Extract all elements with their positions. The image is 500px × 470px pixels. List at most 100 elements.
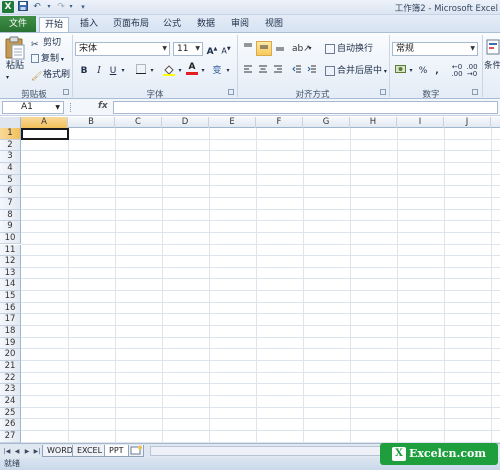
- undo-icon[interactable]: ↶: [31, 1, 43, 13]
- sheet-tab-ppt[interactable]: PPT: [104, 445, 129, 457]
- row-header-12[interactable]: 12: [0, 256, 21, 268]
- row-header-18[interactable]: 18: [0, 326, 21, 338]
- alignment-launcher-icon[interactable]: [380, 89, 386, 95]
- active-cell-a1[interactable]: [21, 128, 69, 140]
- font-name-combo[interactable]: 宋体 ▼: [75, 42, 170, 56]
- orientation-dropdown-icon[interactable]: ▾: [306, 42, 314, 56]
- last-sheet-icon[interactable]: ▶|: [33, 447, 41, 456]
- row-header-23[interactable]: 23: [0, 384, 21, 396]
- row-header-7[interactable]: 7: [0, 197, 21, 210]
- tab-review[interactable]: 审阅: [226, 17, 254, 32]
- save-icon[interactable]: [17, 1, 29, 13]
- percent-button[interactable]: %: [417, 64, 429, 78]
- paste-dropdown-icon[interactable]: ▾: [6, 71, 9, 85]
- font-color-dropdown-icon[interactable]: ▾: [199, 64, 207, 78]
- shrink-font-button[interactable]: A▼: [220, 42, 232, 56]
- row-header-26[interactable]: 26: [0, 419, 21, 431]
- tab-view[interactable]: 视图: [260, 17, 288, 32]
- column-header-j[interactable]: J: [444, 117, 491, 128]
- sheet-tab-excel[interactable]: EXCEL: [72, 445, 108, 457]
- comma-style-button[interactable]: ,: [432, 64, 442, 78]
- tab-data[interactable]: 数据: [192, 17, 220, 32]
- row-header-9[interactable]: 9: [0, 221, 21, 233]
- accounting-dropdown-icon[interactable]: ▾: [407, 64, 415, 78]
- row-header-20[interactable]: 20: [0, 349, 21, 361]
- fill-color-dropdown-icon[interactable]: ▾: [176, 64, 184, 78]
- formula-bar-grip[interactable]: [70, 103, 72, 112]
- clipboard-launcher-icon[interactable]: [63, 89, 69, 95]
- redo-icon[interactable]: ↷: [55, 1, 67, 13]
- insert-function-icon[interactable]: fx: [98, 101, 108, 111]
- font-color-button[interactable]: A: [186, 62, 198, 75]
- column-header-e[interactable]: E: [209, 117, 256, 128]
- excel-app-icon[interactable]: X: [2, 1, 14, 13]
- number-launcher-icon[interactable]: [472, 89, 478, 95]
- number-format-combo[interactable]: 常规 ▼: [392, 42, 478, 56]
- formula-input[interactable]: [113, 101, 498, 114]
- cut-button[interactable]: ✂ 剪切: [31, 36, 61, 50]
- column-header-i[interactable]: I: [397, 117, 444, 128]
- underline-dropdown-icon[interactable]: ▾: [119, 64, 127, 78]
- row-header-4[interactable]: 4: [0, 162, 21, 175]
- row-header-27[interactable]: 27: [0, 430, 21, 443]
- font-size-combo[interactable]: 11 ▼: [173, 42, 203, 56]
- decrease-indent-button[interactable]: [290, 64, 304, 78]
- merge-center-button[interactable]: 合并后居中 ▾: [325, 64, 387, 78]
- row-header-14[interactable]: 14: [0, 279, 21, 292]
- column-header-g[interactable]: G: [303, 117, 350, 128]
- tab-home[interactable]: 开始: [39, 17, 69, 32]
- copy-button[interactable]: 复制 ▾: [31, 52, 64, 66]
- customize-qat-icon[interactable]: ▾: [77, 1, 89, 13]
- accounting-format-button[interactable]: [393, 64, 407, 78]
- row-header-5[interactable]: 5: [0, 174, 21, 187]
- column-header-c[interactable]: C: [115, 117, 162, 128]
- row-header-6[interactable]: 6: [0, 186, 21, 198]
- row-header-21[interactable]: 21: [0, 361, 21, 373]
- align-middle-button[interactable]: [256, 41, 272, 56]
- next-sheet-icon[interactable]: ▶: [23, 447, 31, 456]
- phonetic-button[interactable]: 变: [210, 64, 224, 78]
- increase-decimal-button[interactable]: ←0.00: [450, 64, 464, 78]
- row-header-22[interactable]: 22: [0, 372, 21, 385]
- row-header-8[interactable]: 8: [0, 209, 21, 222]
- conditional-formatting-label[interactable]: 条件: [484, 59, 500, 73]
- wrap-text-button[interactable]: 自动换行: [325, 42, 373, 56]
- column-header-a[interactable]: A: [21, 117, 68, 128]
- align-top-button[interactable]: [241, 42, 255, 56]
- align-right-button[interactable]: [271, 64, 285, 78]
- increase-indent-button[interactable]: [305, 64, 319, 78]
- row-header-19[interactable]: 19: [0, 337, 21, 350]
- italic-button[interactable]: I: [93, 64, 105, 78]
- row-header-16[interactable]: 16: [0, 302, 21, 315]
- orientation-button[interactable]: ab↗: [292, 42, 311, 56]
- phonetic-dropdown-icon[interactable]: ▾: [224, 64, 232, 78]
- row-header-2[interactable]: 2: [0, 139, 21, 152]
- row-header-17[interactable]: 17: [0, 314, 21, 327]
- conditional-formatting-icon[interactable]: [486, 39, 500, 57]
- bold-button[interactable]: B: [78, 64, 90, 78]
- row-header-25[interactable]: 25: [0, 407, 21, 420]
- prev-sheet-icon[interactable]: ◀: [13, 447, 21, 456]
- align-left-button[interactable]: [241, 64, 255, 78]
- column-header-b[interactable]: B: [68, 117, 115, 128]
- align-center-button[interactable]: [256, 64, 270, 78]
- align-bottom-button[interactable]: [273, 42, 287, 56]
- row-header-3[interactable]: 3: [0, 151, 21, 163]
- worksheet-grid[interactable]: A B C D E F G H I J 1 2 3 4 5 6 7 8 9 10 11 12 13 14 15 16 17 18 19 2…: [0, 117, 500, 443]
- tab-insert[interactable]: 插入: [74, 17, 104, 32]
- fill-color-button[interactable]: [162, 64, 176, 78]
- row-header-13[interactable]: 13: [0, 267, 21, 280]
- row-header-1[interactable]: 1: [0, 128, 21, 140]
- underline-button[interactable]: U: [107, 64, 119, 78]
- first-sheet-icon[interactable]: |◀: [3, 447, 11, 456]
- tab-file[interactable]: 文件: [0, 16, 36, 32]
- borders-button[interactable]: [134, 64, 148, 78]
- row-header-24[interactable]: 24: [0, 395, 21, 408]
- tab-formulas[interactable]: 公式: [158, 17, 186, 32]
- decrease-decimal-button[interactable]: .00 →0: [465, 64, 479, 78]
- undo-dropdown-icon[interactable]: ▾: [45, 1, 53, 13]
- row-header-11[interactable]: 11: [0, 244, 21, 257]
- column-header-d[interactable]: D: [162, 117, 209, 128]
- grow-font-button[interactable]: A▲: [206, 42, 218, 57]
- column-header-f[interactable]: F: [256, 117, 303, 128]
